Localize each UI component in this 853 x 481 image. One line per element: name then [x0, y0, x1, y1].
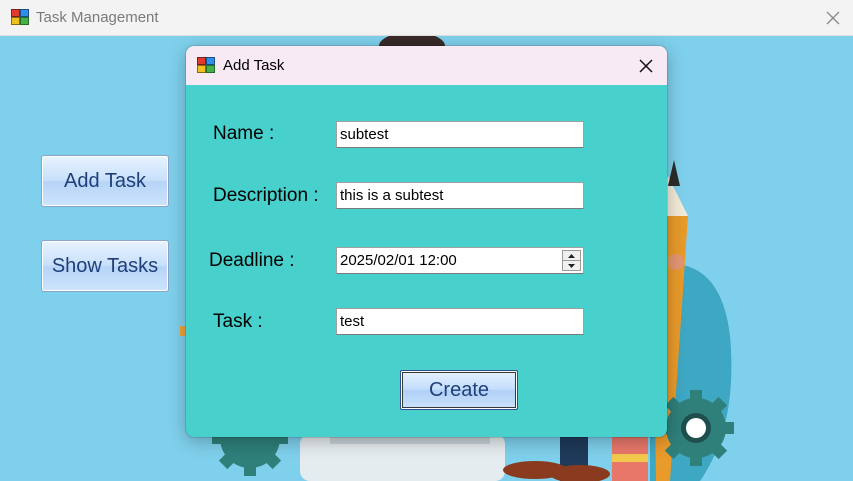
dialog-app-icon — [197, 57, 215, 73]
dialog-title: Add Task — [223, 57, 285, 74]
deadline-picker[interactable]: 2025/02/01 12:00 — [336, 247, 584, 274]
add-task-button[interactable]: Add Task — [41, 155, 169, 207]
deadline-spinner — [562, 250, 581, 271]
main-titlebar: Task Management — [0, 0, 853, 36]
create-button[interactable]: Create — [400, 370, 518, 410]
name-label: Name : — [213, 123, 275, 144]
window-title: Task Management — [36, 9, 159, 26]
close-icon — [639, 58, 653, 73]
deadline-label: Deadline : — [209, 250, 295, 271]
caret-down-icon — [568, 263, 575, 268]
task-input[interactable] — [336, 308, 584, 335]
dialog-titlebar: Add Task — [186, 46, 667, 85]
description-label: Description : — [213, 185, 319, 206]
add-task-dialog: Add Task Name : Description : Deadline :… — [186, 46, 667, 437]
app-icon — [11, 9, 29, 25]
dialog-body: Name : Description : Deadline : 2025/02/… — [186, 85, 667, 437]
show-tasks-button[interactable]: Show Tasks — [41, 240, 169, 292]
name-input[interactable] — [336, 121, 584, 148]
spin-down-button[interactable] — [563, 260, 580, 270]
caret-up-icon — [568, 253, 575, 258]
window-close-button[interactable] — [813, 0, 853, 36]
spin-up-button[interactable] — [563, 251, 580, 260]
close-icon — [826, 11, 840, 25]
task-label: Task : — [213, 311, 263, 332]
deadline-value: 2025/02/01 12:00 — [340, 252, 457, 269]
description-input[interactable] — [336, 182, 584, 209]
dialog-close-button[interactable] — [625, 46, 667, 85]
